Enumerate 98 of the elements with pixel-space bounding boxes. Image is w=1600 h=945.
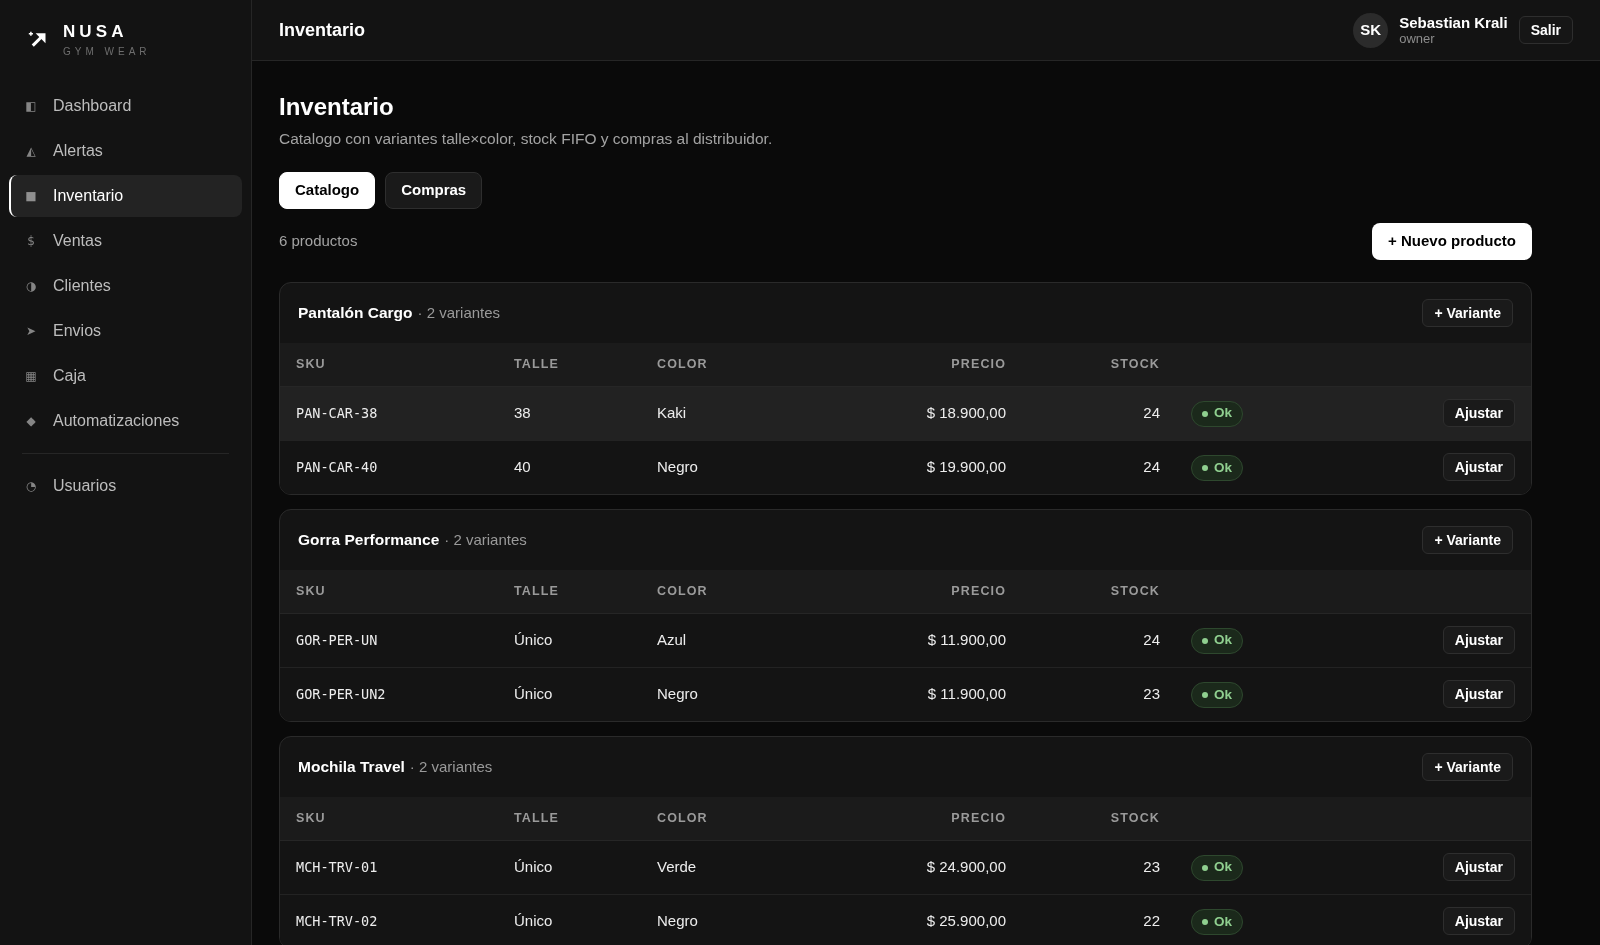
column-header: PRECIO: [821, 797, 1022, 840]
status-label: Ok: [1214, 631, 1232, 650]
table-cell: Único: [498, 667, 641, 721]
brand-name: NUSA: [63, 22, 129, 42]
brand-tagline: GYM WEAR: [63, 46, 151, 58]
adjust-button[interactable]: Ajustar: [1442, 907, 1515, 936]
user-role: owner: [1399, 31, 1436, 46]
column-header: STOCK: [1022, 797, 1176, 840]
table-cell: $ 18.900,00: [821, 386, 1022, 440]
dollar-icon: $: [25, 235, 37, 247]
table-cell: Único: [498, 894, 641, 945]
status-label: Ok: [1214, 685, 1232, 704]
column-header: TALLE: [498, 797, 641, 840]
column-header: SKU: [280, 343, 498, 386]
table-cell: $ 24.900,00: [821, 840, 1022, 894]
table-cell: 24: [1022, 440, 1176, 494]
table-cell: Negro: [641, 894, 821, 945]
diamond-icon: ◆: [25, 415, 37, 427]
half-circle-icon: ◑: [25, 280, 37, 292]
table-cell: 23: [1022, 667, 1176, 721]
adjust-button[interactable]: Ajustar: [1442, 853, 1515, 881]
arrow-logo-icon: [28, 30, 47, 47]
sidebar-item[interactable]: ◭ Alertas: [9, 130, 242, 172]
table-cell: 24: [1022, 386, 1176, 440]
topbar-title: Inventario: [279, 18, 366, 42]
variant-count: · 2 variantes: [409, 757, 493, 778]
column-header: TALLE: [498, 343, 641, 386]
add-variant-button[interactable]: + Variante: [1422, 526, 1513, 554]
table-cell: $ 11.900,00: [821, 613, 1022, 667]
sidebar-item[interactable]: ◆ Automatizaciones: [9, 400, 242, 442]
column-header: TALLE: [498, 570, 641, 613]
new-product-button[interactable]: + Nuevo producto: [1372, 223, 1532, 260]
tab[interactable]: Compras: [385, 172, 483, 209]
half-square-icon: ◧: [25, 100, 37, 112]
column-header: STOCK: [1022, 343, 1176, 386]
table-cell: $ 11.900,00: [821, 667, 1022, 721]
table-cell: Negro: [641, 667, 821, 721]
adjust-button[interactable]: Ajustar: [1442, 399, 1515, 427]
arrowhead-icon: ➤: [25, 325, 37, 337]
sku-cell: GOR-PER-UN: [280, 613, 498, 667]
table-cell: Azul: [641, 613, 821, 667]
table-cell: Kaki: [641, 386, 821, 440]
table-cell: Verde: [641, 840, 821, 894]
page-subtitle: Catalogo con variantes talle×color, stock FIFO y compras al distribuidor.: [279, 129, 774, 149]
table-cell: Único: [498, 613, 641, 667]
column-header: COLOR: [641, 797, 821, 840]
sidebar-item[interactable]: ◧ Dashboard: [9, 85, 242, 127]
page-title: Inventario: [279, 92, 395, 122]
variant-count: · 2 variantes: [444, 530, 527, 551]
user-avatar: SK: [1353, 12, 1389, 48]
status-label: Ok: [1214, 858, 1232, 877]
user-name: Sebastian Krali: [1399, 14, 1508, 31]
sidebar-item[interactable]: ▦ Caja: [9, 355, 242, 397]
variant-count: · 2 variantes: [417, 303, 501, 324]
adjust-button[interactable]: Ajustar: [1442, 680, 1515, 709]
column-header: PRECIO: [821, 343, 1022, 386]
status-label: Ok: [1214, 404, 1232, 423]
product-name: Pantalón Cargo: [298, 303, 413, 324]
sidebar-item[interactable]: ◑ Clientes: [9, 265, 242, 307]
sku-cell: GOR-PER-UN2: [280, 667, 498, 721]
sidebar-item[interactable]: ➤ Envios: [9, 310, 242, 352]
table-cell: Negro: [641, 440, 821, 494]
table-cell: Único: [498, 840, 641, 894]
adjust-button[interactable]: Ajustar: [1442, 626, 1515, 654]
table-cell: 40: [498, 440, 641, 494]
grid-square-icon: ▦: [25, 370, 37, 382]
sku-cell: MCH-TRV-01: [280, 840, 498, 894]
logout-button[interactable]: Salir: [1518, 16, 1573, 44]
sku-cell: PAN-CAR-38: [280, 386, 498, 440]
table-cell: 22: [1022, 894, 1176, 945]
product-name: Gorra Performance: [298, 530, 440, 551]
adjust-button[interactable]: Ajustar: [1442, 453, 1515, 482]
sku-cell: PAN-CAR-40: [280, 440, 498, 494]
sidebar-item[interactable]: ■ Inventario: [9, 175, 242, 217]
column-header: SKU: [280, 570, 498, 613]
sidebar-item[interactable]: $ Ventas: [9, 220, 242, 262]
column-header: COLOR: [641, 343, 821, 386]
product-count: 6 productos: [279, 231, 358, 252]
sidebar-item[interactable]: ◔ Usuarios: [9, 465, 242, 507]
tab[interactable]: Catalogo: [279, 172, 376, 209]
table-cell: $ 25.900,00: [821, 894, 1022, 945]
add-variant-button[interactable]: + Variante: [1422, 299, 1513, 327]
column-header: SKU: [280, 797, 498, 840]
triangle-icon: ◭: [25, 145, 37, 157]
column-header: STOCK: [1022, 570, 1176, 613]
pie-icon: ◔: [25, 480, 37, 492]
table-cell: 23: [1022, 840, 1176, 894]
table-cell: 38: [498, 386, 641, 440]
add-variant-button[interactable]: + Variante: [1422, 753, 1513, 781]
status-label: Ok: [1214, 458, 1232, 477]
product-name: Mochila Travel: [298, 757, 405, 778]
sku-cell: MCH-TRV-02: [280, 894, 498, 945]
table-cell: 24: [1022, 613, 1176, 667]
column-header: PRECIO: [821, 570, 1022, 613]
column-header: COLOR: [641, 570, 821, 613]
table-cell: $ 19.900,00: [821, 440, 1022, 494]
square-icon: ■: [25, 190, 37, 202]
status-label: Ok: [1214, 912, 1232, 931]
